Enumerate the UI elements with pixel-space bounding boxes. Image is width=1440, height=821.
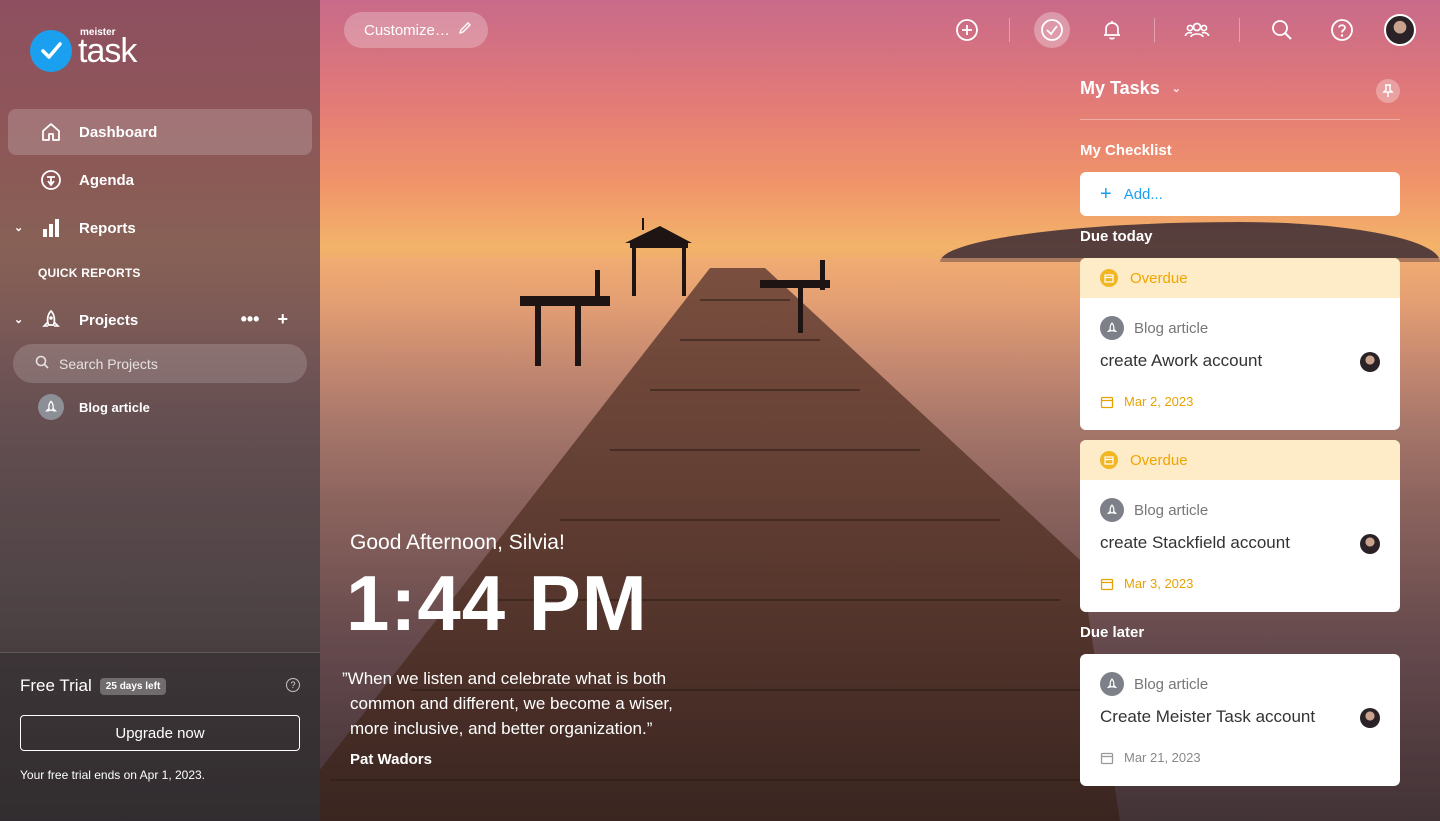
chevron-down-icon[interactable]: ⌄ [14, 313, 23, 326]
due-later-heading: Due later [1080, 624, 1145, 641]
toolbar-divider [1239, 18, 1240, 42]
quote-author: Pat Wadors [350, 751, 432, 768]
sidebar-item-label: Agenda [79, 171, 135, 189]
task-due-date: Mar 21, 2023 [1100, 750, 1201, 765]
pencil-icon [458, 21, 472, 39]
sidebar-item-dashboard[interactable]: Dashboard [8, 109, 312, 155]
trial-title: Free Trial [20, 676, 92, 695]
task-card[interactable]: Blog article Create Meister Task account… [1080, 654, 1400, 786]
quote-text: ”When we listen and celebrate what is bo… [342, 669, 673, 738]
help-icon[interactable]: ? [286, 678, 300, 692]
projects-label: Projects [79, 311, 139, 329]
task-card[interactable]: Overdue Blog article create Stackfield a… [1080, 440, 1400, 612]
assignee-avatar [1360, 352, 1380, 372]
user-avatar[interactable] [1384, 14, 1416, 46]
calendar-icon [1100, 451, 1118, 469]
search-placeholder: Search Projects [59, 355, 158, 372]
task-due-date: Mar 2, 2023 [1100, 394, 1193, 409]
clock-time: 1:44 PM [346, 559, 648, 647]
sidebar-item-reports[interactable]: ⌄ Reports [8, 205, 312, 251]
task-due-date: Mar 3, 2023 [1100, 576, 1193, 591]
trial-days-badge: 25 days left [99, 677, 167, 695]
task-title: create Stackfield account [1100, 533, 1290, 552]
task-project-label: Blog article [1134, 501, 1209, 519]
due-today-heading: Due today [1080, 228, 1153, 245]
agenda-icon [38, 167, 64, 193]
rocket-icon [38, 307, 64, 333]
add-circle-icon[interactable] [949, 12, 985, 48]
task-project-label: Blog article [1134, 675, 1209, 693]
sidebar-item-agenda[interactable]: Agenda [8, 157, 312, 203]
pin-icon[interactable] [1376, 79, 1400, 103]
my-tasks-dropdown[interactable]: My Tasks ⌄ [1080, 78, 1181, 99]
task-project-label: Blog article [1134, 319, 1209, 337]
toolbar-divider [1009, 18, 1010, 42]
project-rocket-icon [1100, 316, 1124, 340]
plus-icon: + [1100, 182, 1112, 205]
bell-icon[interactable] [1094, 12, 1130, 48]
sidebar: meister task Dashboard Agenda ⌄ Reports … [0, 0, 320, 821]
search-projects-input[interactable]: Search Projects [13, 344, 307, 383]
projects-section[interactable]: ⌄ Projects ••• + [8, 297, 312, 343]
overdue-banner: Overdue [1080, 258, 1400, 298]
sidebar-item-label: Reports [79, 219, 136, 237]
upgrade-now-button[interactable]: Upgrade now [20, 715, 300, 751]
assignee-avatar [1360, 534, 1380, 554]
add-label: Add... [1123, 185, 1163, 203]
inspirational-quote: ”When we listen and celebrate what is bo… [342, 666, 702, 741]
overdue-banner: Overdue [1080, 440, 1400, 480]
checkmark-logo-icon [30, 30, 72, 72]
sidebar-project-blog-article[interactable]: Blog article [38, 394, 150, 420]
project-rocket-icon [38, 394, 64, 420]
calendar-icon [1100, 396, 1114, 408]
customize-button[interactable]: Customize… [344, 12, 488, 48]
panel-divider [1080, 119, 1400, 120]
home-icon [38, 119, 64, 145]
trial-end-note: Your free trial ends on Apr 1, 2023. [20, 768, 206, 782]
my-checklist-heading: My Checklist [1080, 142, 1172, 159]
calendar-icon [1100, 752, 1114, 764]
calendar-icon [1100, 269, 1118, 287]
add-project-icon[interactable]: + [277, 309, 288, 330]
task-project: Blog article [1100, 316, 1208, 340]
trial-heading: Free Trial 25 days left [20, 676, 167, 696]
quick-reports-heading[interactable]: QUICK REPORTS [38, 266, 141, 280]
chevron-down-icon: ⌄ [1171, 83, 1181, 95]
task-date-label: Mar 2, 2023 [1124, 394, 1194, 409]
project-rocket-icon [1100, 498, 1124, 522]
toolbar-divider [1154, 18, 1155, 42]
task-title: Create Meister Task account [1100, 707, 1316, 726]
my-tasks-check-icon[interactable] [1034, 12, 1070, 48]
assignee-avatar [1360, 708, 1380, 728]
team-icon[interactable] [1179, 12, 1215, 48]
sidebar-item-label: Dashboard [79, 123, 158, 141]
task-project: Blog article [1100, 672, 1208, 696]
overdue-label: Overdue [1130, 451, 1188, 469]
projects-actions: ••• + [241, 309, 288, 330]
search-icon[interactable] [1264, 12, 1300, 48]
search-icon [35, 355, 49, 372]
bar-chart-icon [38, 215, 64, 241]
task-date-label: Mar 21, 2023 [1124, 750, 1201, 765]
logo-wordmark: meister task [78, 28, 137, 69]
add-checklist-item-button[interactable]: + Add... [1080, 172, 1400, 216]
chevron-down-icon[interactable]: ⌄ [14, 221, 23, 234]
customize-label: Customize… [364, 21, 450, 39]
greeting-text: Good Afternoon, Silvia! [350, 531, 565, 554]
my-tasks-title: My Tasks [1080, 78, 1160, 98]
project-rocket-icon [1100, 672, 1124, 696]
task-card[interactable]: Overdue Blog article create Awork accoun… [1080, 258, 1400, 430]
free-trial-panel: Free Trial 25 days left ? Upgrade now Yo… [0, 652, 320, 821]
more-options-icon[interactable]: ••• [241, 309, 260, 330]
overdue-label: Overdue [1130, 269, 1188, 287]
logo-brand-top: meister [80, 27, 116, 38]
project-label: Blog article [79, 399, 150, 415]
help-icon[interactable] [1324, 12, 1360, 48]
task-project: Blog article [1100, 498, 1208, 522]
task-date-label: Mar 3, 2023 [1124, 576, 1194, 591]
meistertask-logo[interactable]: meister task [30, 28, 137, 72]
calendar-icon [1100, 578, 1114, 590]
task-title: create Awork account [1100, 351, 1263, 370]
sidebar-nav: Dashboard Agenda ⌄ Reports [8, 109, 312, 253]
